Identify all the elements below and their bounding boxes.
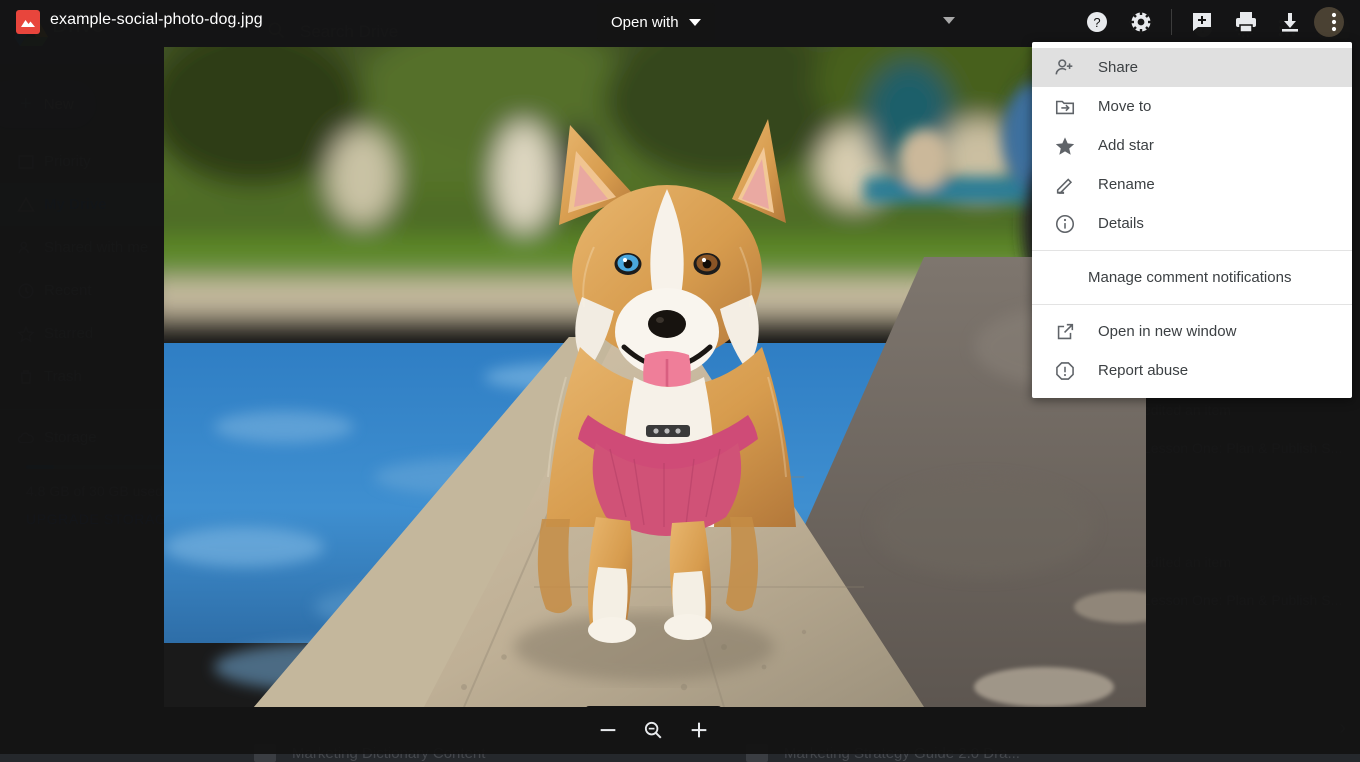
image-file-icon (16, 10, 40, 34)
menu-item-label: Rename (1098, 176, 1155, 193)
more-options-button[interactable] (1314, 2, 1354, 42)
menu-item-label: Manage comment notifications (1088, 269, 1291, 286)
add-comment-button[interactable] (1182, 2, 1222, 42)
settings-icon (1129, 10, 1153, 34)
open-with-label: Open with (611, 14, 679, 31)
zoom-in-button[interactable] (679, 710, 719, 750)
settings-button[interactable] (1121, 2, 1161, 42)
person-add-icon (1054, 57, 1098, 79)
pencil-icon (1054, 174, 1098, 196)
more-vert-icon (1322, 10, 1346, 34)
download-button[interactable] (1270, 2, 1310, 42)
chevron-down-icon (689, 19, 701, 26)
lightbox-topbar: example-social-photo-dog.jpg Open with ? (0, 0, 1360, 44)
zoom-out-button[interactable] (588, 710, 628, 750)
menu-item-report-abuse[interactable]: Report abuse (1032, 351, 1352, 390)
menu-item-move-to[interactable]: Move to (1032, 87, 1352, 126)
download-icon (1278, 10, 1302, 34)
menu-item-label: Report abuse (1098, 362, 1188, 379)
star-icon (1054, 135, 1098, 157)
menu-item-add-star[interactable]: Add star (1032, 126, 1352, 165)
lightbox-filename: example-social-photo-dog.jpg (50, 11, 263, 29)
zoom-fit-button[interactable] (633, 710, 673, 750)
help-button[interactable]: ? (1077, 2, 1117, 42)
info-icon (1054, 213, 1098, 235)
menu-item-open-in-new-window[interactable]: Open in new window (1032, 312, 1352, 351)
zoom-in-icon (688, 719, 710, 741)
add-comment-icon (1190, 10, 1214, 34)
menu-item-label: Add star (1098, 137, 1154, 154)
print-button[interactable] (1226, 2, 1266, 42)
move-to-folder-icon (1054, 96, 1098, 118)
zoom-controls (585, 706, 722, 754)
menu-divider (1032, 250, 1352, 251)
menu-item-manage-comment-notifications[interactable]: Manage comment notifications (1032, 258, 1352, 297)
open-in-new-icon (1054, 321, 1098, 343)
menu-item-label: Move to (1098, 98, 1151, 115)
report-abuse-icon (1054, 360, 1098, 382)
svg-text:?: ? (1093, 15, 1100, 30)
zoom-out-icon (597, 719, 619, 741)
print-icon (1234, 10, 1258, 34)
help-icon: ? (1085, 10, 1109, 34)
lightbox-actions: ? (1077, 0, 1354, 44)
menu-item-label: Details (1098, 215, 1144, 232)
menu-item-details[interactable]: Details (1032, 204, 1352, 243)
magnifier-icon (642, 719, 664, 741)
toolbar-divider (1171, 9, 1172, 35)
menu-item-share[interactable]: Share (1032, 48, 1352, 87)
menu-item-label: Open in new window (1098, 323, 1236, 340)
open-with-button[interactable]: Open with (597, 3, 715, 41)
photo-preview[interactable] (164, 47, 1146, 707)
menu-item-rename[interactable]: Rename (1032, 165, 1352, 204)
menu-divider (1032, 304, 1352, 305)
menu-item-label: Share (1098, 59, 1138, 76)
corgi-photo (164, 47, 1146, 707)
more-options-menu: Share Move to Add star Rename Details Ma… (1032, 42, 1352, 398)
chevron-down-icon[interactable] (943, 17, 955, 24)
